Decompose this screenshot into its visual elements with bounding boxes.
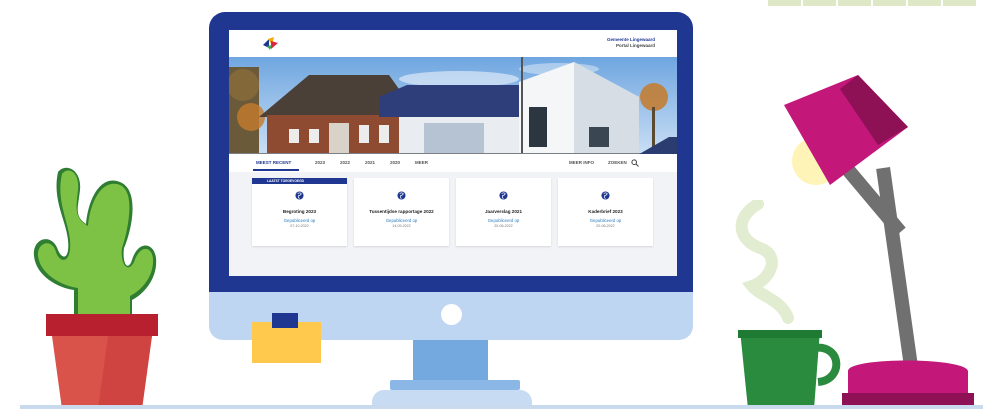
tab-2022[interactable]: 2022 [340, 160, 350, 165]
publication-card[interactable]: Kaderbrief 2023 Gepubliceerd op 20-06-20… [558, 178, 653, 246]
card-date: 14-09-2022 [392, 224, 411, 228]
floor-line [20, 405, 983, 409]
tab-meest-recent[interactable]: MEEST RECENT [256, 160, 291, 165]
globe-icon [397, 191, 406, 200]
hero-building-photo [229, 57, 677, 160]
globe-icon [295, 191, 304, 200]
monitor-stand-foot [390, 380, 520, 390]
year-tabs-bar: MEEST RECENT 2023 2022 2021 2020 MEER ME… [229, 154, 677, 172]
organization-name: Gemeente Lingewaard Portal Lingewaard [607, 37, 655, 49]
more-info-link[interactable]: MEER INFO [569, 160, 594, 165]
publication-cards: LAATST TOEGEVOEGD Begroting 2023 Gepubli… [252, 178, 654, 248]
publication-card[interactable]: LAATST TOEGEVOEGD Begroting 2023 Gepubli… [252, 178, 347, 246]
monitor-screen: Gemeente Lingewaard Portal Lingewaard ME… [229, 30, 677, 276]
card-title: Begroting 2023 [282, 209, 317, 214]
tab-meer[interactable]: MEER [415, 160, 428, 165]
monitor-stand-neck [413, 340, 488, 382]
org-name-line2: Portal Lingewaard [615, 43, 655, 48]
globe-icon [499, 191, 508, 200]
tab-2021[interactable]: 2021 [365, 160, 375, 165]
card-title: Kaderbrief 2023 [588, 209, 623, 214]
card-published-label: Gepubliceerd op [589, 218, 622, 223]
card-date: 20-06-2022 [494, 224, 513, 228]
desk-lamp-illustration [784, 75, 974, 409]
cactus-plant-illustration [33, 167, 158, 409]
tab-2020[interactable]: 2020 [390, 160, 400, 165]
site-header: Gemeente Lingewaard Portal Lingewaard [229, 30, 677, 57]
latest-added-ribbon: LAATST TOEGEVOEGD [252, 178, 347, 184]
monitor-power-dot [441, 304, 462, 325]
sticky-note [252, 322, 321, 363]
card-title: Jaarverslag 2021 [484, 209, 523, 214]
card-published-label: Gepubliceerd op [487, 218, 520, 223]
card-date: 20-06-2022 [596, 224, 615, 228]
publication-card[interactable]: Jaarverslag 2021 Gepubliceerd op 20-06-2… [456, 178, 551, 246]
top-decorative-strip [768, 0, 976, 6]
card-published-label: Gepubliceerd op [283, 218, 316, 223]
lingewaard-logo [263, 37, 278, 50]
card-published-label: Gepubliceerd op [385, 218, 418, 223]
globe-icon [601, 191, 610, 200]
card-title: Tussentijdse rapportage 2022 [369, 209, 434, 214]
search-link[interactable]: ZOEKEN [608, 160, 627, 165]
search-icon[interactable] [631, 159, 639, 167]
sticky-note-tape [272, 313, 298, 328]
active-tab-indicator [253, 169, 299, 171]
tab-2023[interactable]: 2023 [315, 160, 325, 165]
publication-card[interactable]: Tussentijdse rapportage 2022 Gepubliceer… [354, 178, 449, 246]
card-date: 07-10-2022 [290, 224, 309, 228]
